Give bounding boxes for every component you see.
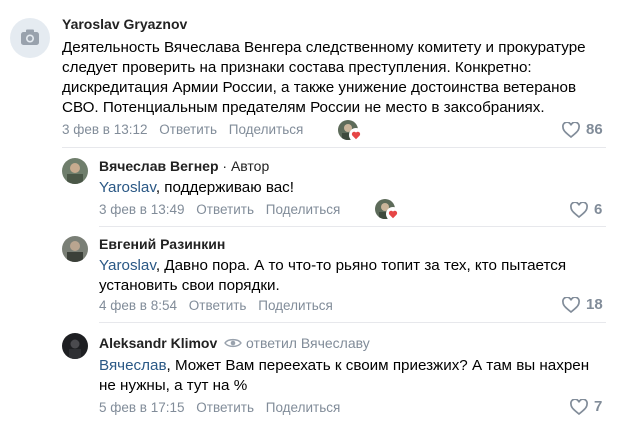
avatar[interactable] xyxy=(62,236,88,262)
divider xyxy=(99,226,606,227)
author-name[interactable]: Евгений Разинкин xyxy=(99,236,225,252)
divider xyxy=(99,322,606,323)
avatar[interactable] xyxy=(62,333,88,359)
reply-button[interactable]: Ответить xyxy=(189,298,247,313)
camera-icon xyxy=(21,29,39,45)
share-button[interactable]: Поделиться xyxy=(229,122,304,137)
reply-button[interactable]: Ответить xyxy=(196,202,254,217)
like-button[interactable]: 86 xyxy=(562,121,603,138)
heart-icon xyxy=(570,398,588,415)
author-name[interactable]: Yaroslav Gryaznov xyxy=(62,16,187,32)
heart-icon xyxy=(349,128,363,142)
likers-preview[interactable] xyxy=(375,199,401,221)
replied-to[interactable]: ответил Вячеславу xyxy=(246,335,370,351)
like-count: 18 xyxy=(586,296,603,313)
share-button[interactable]: Поделиться xyxy=(266,202,341,217)
like-button[interactable]: 18 xyxy=(562,296,603,313)
heart-icon xyxy=(562,121,580,138)
mention-link[interactable]: Yaroslav xyxy=(99,257,156,274)
comment-meta: 3 фев в 13:49 Ответить Поделиться xyxy=(99,202,348,217)
heart-icon xyxy=(562,296,580,313)
comment-meta: 5 фев в 17:15 Ответить Поделиться xyxy=(99,400,348,415)
reply-button[interactable]: Ответить xyxy=(196,400,254,415)
heart-icon xyxy=(386,207,400,221)
comment-author[interactable]: Евгений Разинкин xyxy=(99,236,225,252)
share-button[interactable]: Поделиться xyxy=(266,400,341,415)
eye-icon xyxy=(224,338,242,348)
comment-date[interactable]: 3 фев в 13:49 xyxy=(99,202,185,217)
author-name[interactable]: Aleksandr Klimov xyxy=(99,335,217,351)
comment-text: Yaroslav, поддерживаю вас! xyxy=(99,178,599,198)
heart-icon xyxy=(570,201,588,218)
reply-button[interactable]: Ответить xyxy=(159,122,217,137)
comment-text: Вячеслав, Может Вам переехать к своим пр… xyxy=(99,356,599,396)
comment-date[interactable]: 5 фев в 17:15 xyxy=(99,400,185,415)
comment-author[interactable]: Yaroslav Gryaznov xyxy=(62,16,187,32)
comment-author[interactable]: Aleksandr Klimov ответил Вячеславу xyxy=(99,335,370,351)
divider xyxy=(62,147,606,148)
comment-date[interactable]: 4 фев в 8:54 xyxy=(99,298,177,313)
avatar[interactable] xyxy=(62,158,88,184)
like-count: 7 xyxy=(594,398,603,415)
share-button[interactable]: Поделиться xyxy=(258,298,333,313)
like-button[interactable]: 6 xyxy=(570,201,602,218)
comment-meta: 4 фев в 8:54 Ответить Поделиться xyxy=(99,298,341,313)
like-count: 86 xyxy=(586,121,603,138)
like-button[interactable]: 7 xyxy=(570,398,602,415)
comment-author[interactable]: Вячеслав Вегнер · Автор xyxy=(99,158,269,174)
comment-date[interactable]: 3 фев в 13:12 xyxy=(62,122,148,137)
comment-meta: 3 фев в 13:12 Ответить Поделиться xyxy=(62,122,311,137)
comment-body: , Давно пора. А то что-то рьяно топит за… xyxy=(99,257,567,294)
comment-body: , Может Вам переехать к своим приезжих? … xyxy=(99,357,590,394)
likers-preview[interactable] xyxy=(338,120,364,142)
comment-text: Деятельность Вячеслава Венгера следствен… xyxy=(62,39,586,116)
comment-body: , поддерживаю вас! xyxy=(155,179,294,196)
author-name[interactable]: Вячеслав Вегнер xyxy=(99,158,219,174)
like-count: 6 xyxy=(594,201,603,218)
avatar[interactable] xyxy=(10,18,50,58)
mention-link[interactable]: Yaroslav xyxy=(99,179,156,196)
mention-link[interactable]: Вячеслав xyxy=(99,357,167,374)
comment-text: Yaroslav, Давно пора. А то что-то рьяно … xyxy=(99,256,589,296)
author-role: · Автор xyxy=(218,158,270,174)
